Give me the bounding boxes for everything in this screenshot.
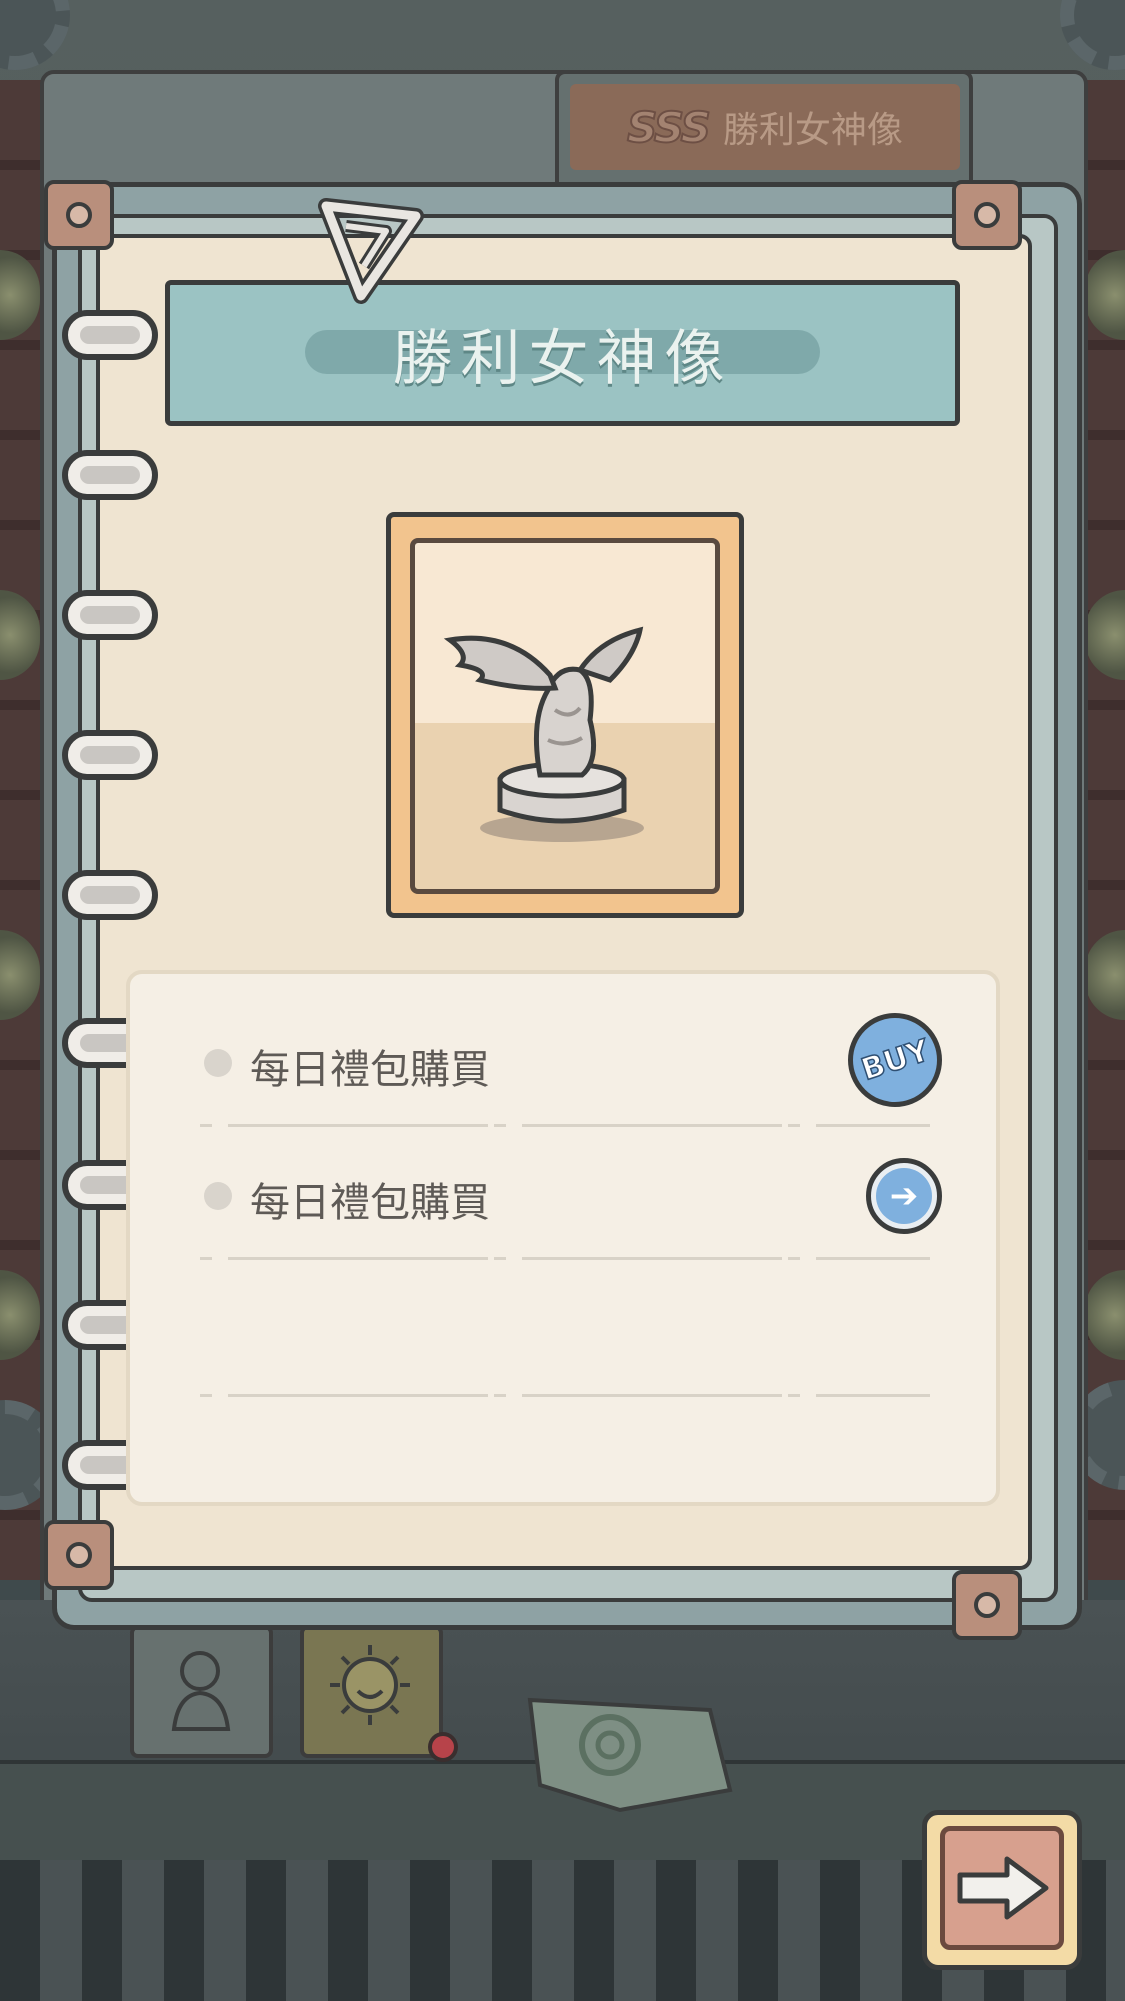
folder-tab-label[interactable]: SSS 勝利女神像 bbox=[570, 84, 960, 170]
map-scroll-icon[interactable] bbox=[510, 1690, 750, 1820]
winged-victory-statue-icon bbox=[443, 626, 644, 842]
rank-badge: SSS bbox=[626, 102, 712, 153]
divider bbox=[200, 1394, 930, 1397]
corner-bracket bbox=[952, 180, 1022, 250]
corner-bracket bbox=[44, 180, 114, 250]
corner-bracket bbox=[44, 1520, 114, 1590]
binder-ring bbox=[62, 870, 158, 920]
bullet-icon bbox=[204, 1182, 232, 1210]
corner-bracket bbox=[952, 1570, 1022, 1640]
bust-tab[interactable] bbox=[130, 1625, 273, 1758]
sun-tab[interactable] bbox=[300, 1625, 443, 1758]
buy-button[interactable]: BUY bbox=[848, 1013, 942, 1107]
arrow-right-icon bbox=[957, 1856, 1049, 1920]
list-item: 每日禮包購買 bbox=[200, 1158, 930, 1228]
divider bbox=[200, 1124, 930, 1127]
list-item-label: 每日禮包購買 bbox=[250, 1047, 490, 1093]
binder-ring bbox=[62, 730, 158, 780]
sun-icon bbox=[330, 1645, 410, 1725]
folder-tab-title: 勝利女神像 bbox=[722, 110, 903, 151]
binder-ring bbox=[62, 590, 158, 640]
binder-ring bbox=[62, 310, 158, 360]
arrow-right-icon: ➔ bbox=[876, 1168, 932, 1224]
list-item: 每日禮包購買 bbox=[200, 1025, 930, 1095]
page-title: 勝利女神像 bbox=[392, 323, 733, 394]
bust-icon bbox=[171, 1651, 231, 1731]
divider bbox=[200, 1257, 930, 1260]
paper-clip-icon bbox=[318, 198, 424, 304]
list-item-label: 每日禮包購買 bbox=[250, 1180, 490, 1226]
binder-ring bbox=[62, 450, 158, 500]
next-button-inner[interactable] bbox=[940, 1826, 1064, 1950]
go-button[interactable]: ➔ bbox=[866, 1158, 942, 1234]
bullet-icon bbox=[204, 1049, 232, 1077]
buy-label: BUY bbox=[856, 1032, 934, 1088]
notification-dot bbox=[428, 1732, 458, 1762]
